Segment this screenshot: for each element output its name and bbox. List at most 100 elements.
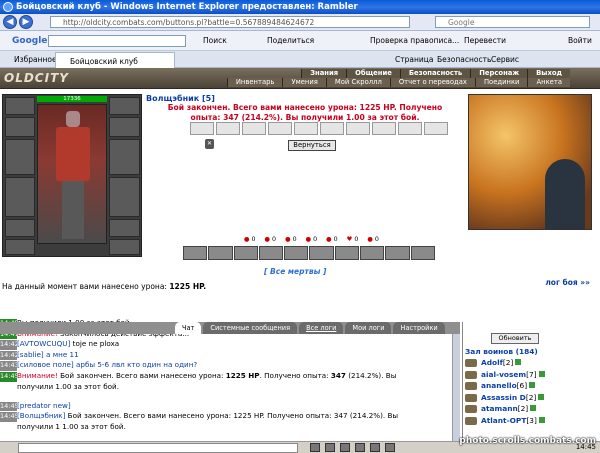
user-name[interactable]: atamann: [481, 404, 518, 413]
online-user[interactable]: aial-vosem[7]: [465, 370, 545, 379]
helmet-slot[interactable]: [5, 97, 35, 115]
opponent-name[interactable]: Волщэбник [5]: [146, 94, 215, 103]
user-info-icon[interactable]: [538, 370, 545, 377]
chat-text[interactable]: [AVTOWCUQU]: [17, 339, 70, 348]
menu-transfers[interactable]: Отчет о переводах: [389, 78, 475, 87]
action-slot[interactable]: [410, 246, 435, 260]
user-info-icon[interactable]: [538, 393, 545, 400]
chat-text: . Получено опыта:: [259, 370, 331, 380]
user-level: [2]: [502, 358, 514, 367]
chat-input[interactable]: [18, 443, 298, 453]
action-slot[interactable]: [208, 246, 233, 260]
share-button[interactable]: Поделиться: [267, 31, 314, 51]
leggings-slot[interactable]: [109, 219, 140, 237]
forward-arrow-icon[interactable]: ▶: [19, 15, 33, 29]
chat-text[interactable]: [sablie]: [17, 350, 44, 359]
stat-item: ● 0: [264, 236, 277, 243]
translit-icon[interactable]: [355, 443, 365, 452]
chat-line: 14:45[Волщэбник] Бой закончен. Всего вам…: [0, 411, 452, 422]
tab-system[interactable]: Системные сообщения: [203, 322, 298, 334]
user-info-icon[interactable]: [529, 382, 536, 389]
chat-scrollbar[interactable]: [452, 334, 460, 441]
game-logo: OLDCITY: [4, 71, 69, 85]
menu-scroll[interactable]: Мой Скроллл: [325, 78, 390, 87]
tab-all-logs[interactable]: Все логи: [299, 322, 344, 334]
user-name[interactable]: Adolf: [481, 358, 503, 367]
back-arrow-icon[interactable]: ◀: [3, 15, 17, 29]
smile-icon[interactable]: [310, 443, 320, 452]
menu-knowledge[interactable]: Знания: [301, 69, 347, 78]
user-info-icon[interactable]: [530, 405, 537, 412]
online-user[interactable]: Assassin D[2]: [465, 393, 545, 402]
weapon-slot[interactable]: [5, 139, 35, 175]
online-user[interactable]: Atlant-OPT[3]: [465, 416, 545, 425]
sound-icon[interactable]: [370, 443, 380, 452]
action-slot[interactable]: [334, 246, 360, 260]
menu-profile[interactable]: Анкета: [527, 78, 570, 87]
user-name[interactable]: Atlant-OPT: [481, 416, 526, 425]
back-button[interactable]: Вернуться: [288, 140, 336, 151]
armor-slot[interactable]: [5, 177, 35, 217]
online-user[interactable]: Adolf[2]: [465, 358, 522, 367]
tab-active[interactable]: Бойцовский клуб: [55, 52, 175, 68]
signin-button[interactable]: Войти: [568, 31, 592, 51]
action-slot[interactable]: [385, 246, 410, 260]
shield-slot[interactable]: [109, 139, 140, 175]
tab-my-logs[interactable]: Мои логи: [345, 322, 392, 334]
spellcheck-button[interactable]: Проверка правописа...: [370, 31, 459, 51]
menu-battles[interactable]: Поединки: [474, 78, 528, 87]
action-slot[interactable]: [309, 246, 334, 260]
refresh-button[interactable]: Обновить: [491, 333, 539, 344]
menu-communication[interactable]: Общение: [346, 69, 400, 78]
online-user[interactable]: ananello[6]: [465, 381, 536, 391]
favorites-button[interactable]: Избранное: [14, 51, 57, 68]
rune-slot[interactable]: [109, 239, 140, 255]
online-user[interactable]: atamann[2]: [465, 404, 537, 414]
menu-skills[interactable]: Умения: [282, 78, 326, 87]
tools-menu[interactable]: Сервис: [491, 51, 519, 68]
page-menu[interactable]: Страница: [395, 51, 433, 68]
google-search-button[interactable]: Поиск: [203, 31, 227, 51]
chat-text[interactable]: [Волщэбник]: [17, 411, 65, 420]
chat-tabs: Чат Системные сообщения Все логи Мои лог…: [0, 322, 460, 334]
chat-text[interactable]: [predator new]: [17, 401, 71, 410]
refresh-icon[interactable]: [385, 443, 395, 452]
google-search-input[interactable]: [48, 35, 186, 47]
menu-character[interactable]: Персонаж: [470, 69, 528, 78]
filter-icon[interactable]: [340, 443, 350, 452]
offhand-slot[interactable]: [109, 177, 140, 217]
user-name[interactable]: Assassin D: [481, 393, 526, 402]
menu-security[interactable]: Безопасность: [399, 69, 471, 78]
all-dead-link[interactable]: [ Все мертвы ]: [264, 267, 326, 276]
chat-timestamp: 14:43: [0, 361, 19, 371]
chat-text[interactable]: а мне 11: [44, 350, 79, 359]
action-slot[interactable]: [183, 246, 208, 260]
tab-chat[interactable]: Чат: [175, 322, 202, 334]
boots-slot[interactable]: [5, 239, 35, 255]
tab-settings[interactable]: Настройки: [393, 322, 445, 334]
battle-log-link[interactable]: лог боя »»: [545, 278, 590, 287]
user-info-icon[interactable]: [515, 359, 522, 365]
chat-text[interactable]: [силовое поле]: [17, 360, 74, 369]
belt-slot[interactable]: [5, 219, 35, 237]
chat-text[interactable]: арбы 5-6 лвл кто один на один?: [74, 360, 197, 369]
action-slot[interactable]: [360, 246, 385, 260]
user-info-icon[interactable]: [538, 417, 545, 423]
user-name[interactable]: aial-vosem: [481, 370, 526, 379]
user-name[interactable]: ananello: [481, 381, 517, 390]
opponent-nick[interactable]: Волщэбник: [146, 94, 199, 103]
action-slot[interactable]: [233, 246, 258, 260]
ring-slot[interactable]: [109, 97, 140, 115]
gloves-slot[interactable]: [109, 117, 140, 137]
search-input[interactable]: Google: [435, 16, 590, 28]
menu-exit[interactable]: Выход: [527, 69, 570, 78]
translate-button[interactable]: Перевести: [464, 31, 506, 51]
menu-inventory[interactable]: Инвентарь: [226, 78, 283, 87]
security-menu[interactable]: Безопасность: [437, 51, 491, 68]
action-slot[interactable]: [258, 246, 284, 260]
action-bar: [183, 246, 435, 260]
action-slot[interactable]: [284, 246, 309, 260]
clear-icon[interactable]: [325, 443, 335, 452]
url-input[interactable]: http://oldcity.combats.com/buttons.pl?ba…: [50, 16, 410, 28]
earring-slot[interactable]: [5, 117, 35, 137]
